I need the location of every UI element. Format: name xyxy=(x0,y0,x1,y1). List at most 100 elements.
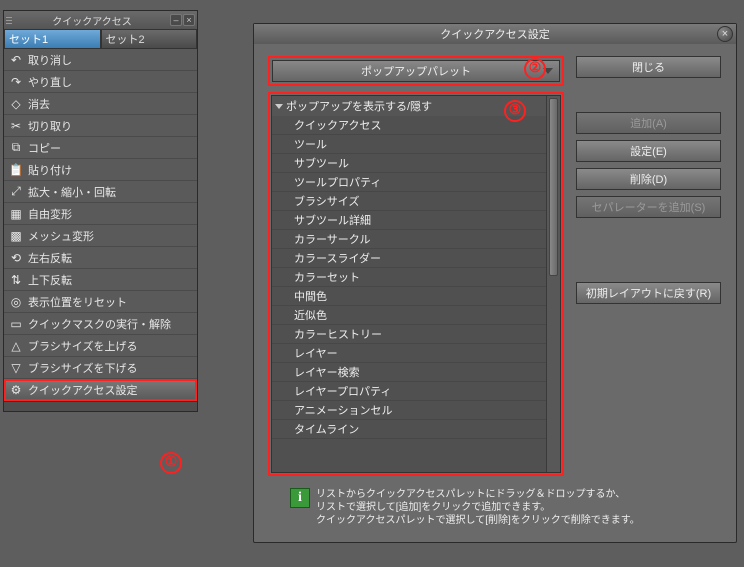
scrollbar-thumb[interactable] xyxy=(549,98,558,276)
item-icon: ▩ xyxy=(8,228,24,244)
reset-layout-button[interactable]: 初期レイアウトに戻す(R) xyxy=(576,282,721,304)
tab-set2[interactable]: セット2 xyxy=(101,29,198,49)
item-icon: ⧉ xyxy=(8,140,24,156)
item-icon: ⤢ xyxy=(8,184,24,200)
item-label: 自由変形 xyxy=(28,206,72,222)
item-icon: 📋 xyxy=(8,162,24,178)
list-item[interactable]: ↷やり直し xyxy=(4,71,197,93)
list-item[interactable]: アニメーションセル xyxy=(272,401,546,420)
add-button[interactable]: 追加(A) xyxy=(576,112,721,134)
item-label: 消去 xyxy=(28,96,50,112)
list-item[interactable]: ⚙クイックアクセス設定 xyxy=(4,379,197,401)
item-label: 貼り付け xyxy=(28,162,72,178)
annotation-2: ② xyxy=(524,58,546,80)
close-icon[interactable]: × xyxy=(717,26,733,42)
panel-footer xyxy=(4,401,197,411)
item-icon: ✂ xyxy=(8,118,24,134)
list-item[interactable]: △ブラシサイズを上げる xyxy=(4,335,197,357)
grip-icon xyxy=(4,11,14,29)
item-icon: ▭ xyxy=(8,316,24,332)
listbox-annotation-box: ポップアップを表示する/隠す クイックアクセスツールサブツールツールプロパティブ… xyxy=(268,92,564,476)
annotation-3: ③ xyxy=(504,100,526,122)
item-icon: △ xyxy=(8,338,24,354)
settings-button[interactable]: 設定(E) xyxy=(576,140,721,162)
list-item[interactable]: ▭クイックマスクの実行・解除 xyxy=(4,313,197,335)
panel-title: クイックアクセス xyxy=(14,13,170,28)
dialog-titlebar[interactable]: クイックアクセス設定 × xyxy=(254,24,736,44)
item-label: メッシュ変形 xyxy=(28,228,94,244)
scrollbar[interactable] xyxy=(546,96,560,472)
list-item[interactable]: タイムライン xyxy=(272,420,546,439)
item-label: クイックアクセス設定 xyxy=(28,382,137,398)
hint-row: i リストからクイックアクセスパレットにドラッグ＆ドロップするか、 リストで選択… xyxy=(254,482,736,535)
item-icon: ⟲ xyxy=(8,250,24,266)
quick-access-list: ↶取り消し↷やり直し◇消去✂切り取り⧉コピー📋貼り付け⤢拡大・縮小・回転▦自由変… xyxy=(4,49,197,401)
list-item[interactable]: ツールプロパティ xyxy=(272,173,546,192)
list-item[interactable]: クイックアクセス xyxy=(272,116,546,135)
delete-button[interactable]: 削除(D) xyxy=(576,168,721,190)
add-separator-button[interactable]: セパレーターを追加(S) xyxy=(576,196,721,218)
close-button[interactable]: 閉じる xyxy=(576,56,721,78)
item-label: やり直し xyxy=(28,74,72,90)
command-listbox[interactable]: ポップアップを表示する/隠す クイックアクセスツールサブツールツールプロパティブ… xyxy=(271,95,561,473)
list-item[interactable]: 📋貼り付け xyxy=(4,159,197,181)
item-label: クイックマスクの実行・解除 xyxy=(28,316,171,332)
dropdown-annotation-box: ポップアップパレット xyxy=(268,56,564,86)
item-icon: ⚙ xyxy=(8,382,24,398)
collapse-triangle-icon xyxy=(275,104,283,109)
item-label: コピー xyxy=(28,140,61,156)
list-item[interactable]: ⤢拡大・縮小・回転 xyxy=(4,181,197,203)
list-item[interactable]: サブツール詳細 xyxy=(272,211,546,230)
list-item[interactable]: レイヤー検索 xyxy=(272,363,546,382)
item-label: 表示位置をリセット xyxy=(28,294,127,310)
item-label: ブラシサイズを上げる xyxy=(28,338,137,354)
list-item[interactable]: カラーサークル xyxy=(272,230,546,249)
item-icon: ↷ xyxy=(8,74,24,90)
list-item[interactable]: ▦自由変形 xyxy=(4,203,197,225)
hint-text: リストからクイックアクセスパレットにドラッグ＆ドロップするか、 リストで選択して… xyxy=(316,488,640,527)
list-item[interactable]: カラーヒストリー xyxy=(272,325,546,344)
set-tabs: セット1 セット2 xyxy=(4,29,197,49)
item-label: 拡大・縮小・回転 xyxy=(28,184,116,200)
item-label: 切り取り xyxy=(28,118,72,134)
category-dropdown[interactable]: ポップアップパレット xyxy=(272,60,560,82)
tab-set1[interactable]: セット1 xyxy=(4,29,101,49)
item-label: 左右反転 xyxy=(28,250,72,266)
item-icon: ↶ xyxy=(8,52,24,68)
list-item[interactable]: サブツール xyxy=(272,154,546,173)
item-icon: ▽ xyxy=(8,360,24,376)
list-item[interactable]: ✂切り取り xyxy=(4,115,197,137)
list-item[interactable]: 中間色 xyxy=(272,287,546,306)
info-icon: i xyxy=(290,488,310,508)
close-icon[interactable]: × xyxy=(183,14,195,26)
dropdown-label: ポップアップパレット xyxy=(361,63,471,79)
list-item[interactable]: ▽ブラシサイズを下げる xyxy=(4,357,197,379)
item-label: 上下反転 xyxy=(28,272,72,288)
list-item[interactable]: レイヤー xyxy=(272,344,546,363)
list-item[interactable]: レイヤープロパティ xyxy=(272,382,546,401)
list-item[interactable]: 近似色 xyxy=(272,306,546,325)
quick-access-settings-dialog: クイックアクセス設定 × ポップアップパレット ポップアップを表示する/隠す ク… xyxy=(253,23,737,543)
list-item[interactable]: ↶取り消し xyxy=(4,49,197,71)
list-item[interactable]: カラースライダー xyxy=(272,249,546,268)
list-item[interactable]: ⧉コピー xyxy=(4,137,197,159)
item-icon: ▦ xyxy=(8,206,24,222)
list-item[interactable]: ◇消去 xyxy=(4,93,197,115)
minimize-icon[interactable]: – xyxy=(170,14,182,26)
item-icon: ◎ xyxy=(8,294,24,310)
list-item[interactable]: ▩メッシュ変形 xyxy=(4,225,197,247)
list-item[interactable]: ⟲左右反転 xyxy=(4,247,197,269)
item-label: 取り消し xyxy=(28,52,72,68)
quick-access-panel: クイックアクセス – × セット1 セット2 ↶取り消し↷やり直し◇消去✂切り取… xyxy=(3,10,198,412)
item-icon: ⇅ xyxy=(8,272,24,288)
item-label: ブラシサイズを下げる xyxy=(28,360,137,376)
dialog-title: クイックアクセス設定 xyxy=(440,26,549,42)
list-item[interactable]: ツール xyxy=(272,135,546,154)
list-item[interactable]: カラーセット xyxy=(272,268,546,287)
panel-titlebar[interactable]: クイックアクセス – × xyxy=(4,11,197,29)
list-item[interactable]: ブラシサイズ xyxy=(272,192,546,211)
item-icon: ◇ xyxy=(8,96,24,112)
list-item[interactable]: ⇅上下反転 xyxy=(4,269,197,291)
annotation-1: ① xyxy=(160,452,182,474)
list-item[interactable]: ◎表示位置をリセット xyxy=(4,291,197,313)
